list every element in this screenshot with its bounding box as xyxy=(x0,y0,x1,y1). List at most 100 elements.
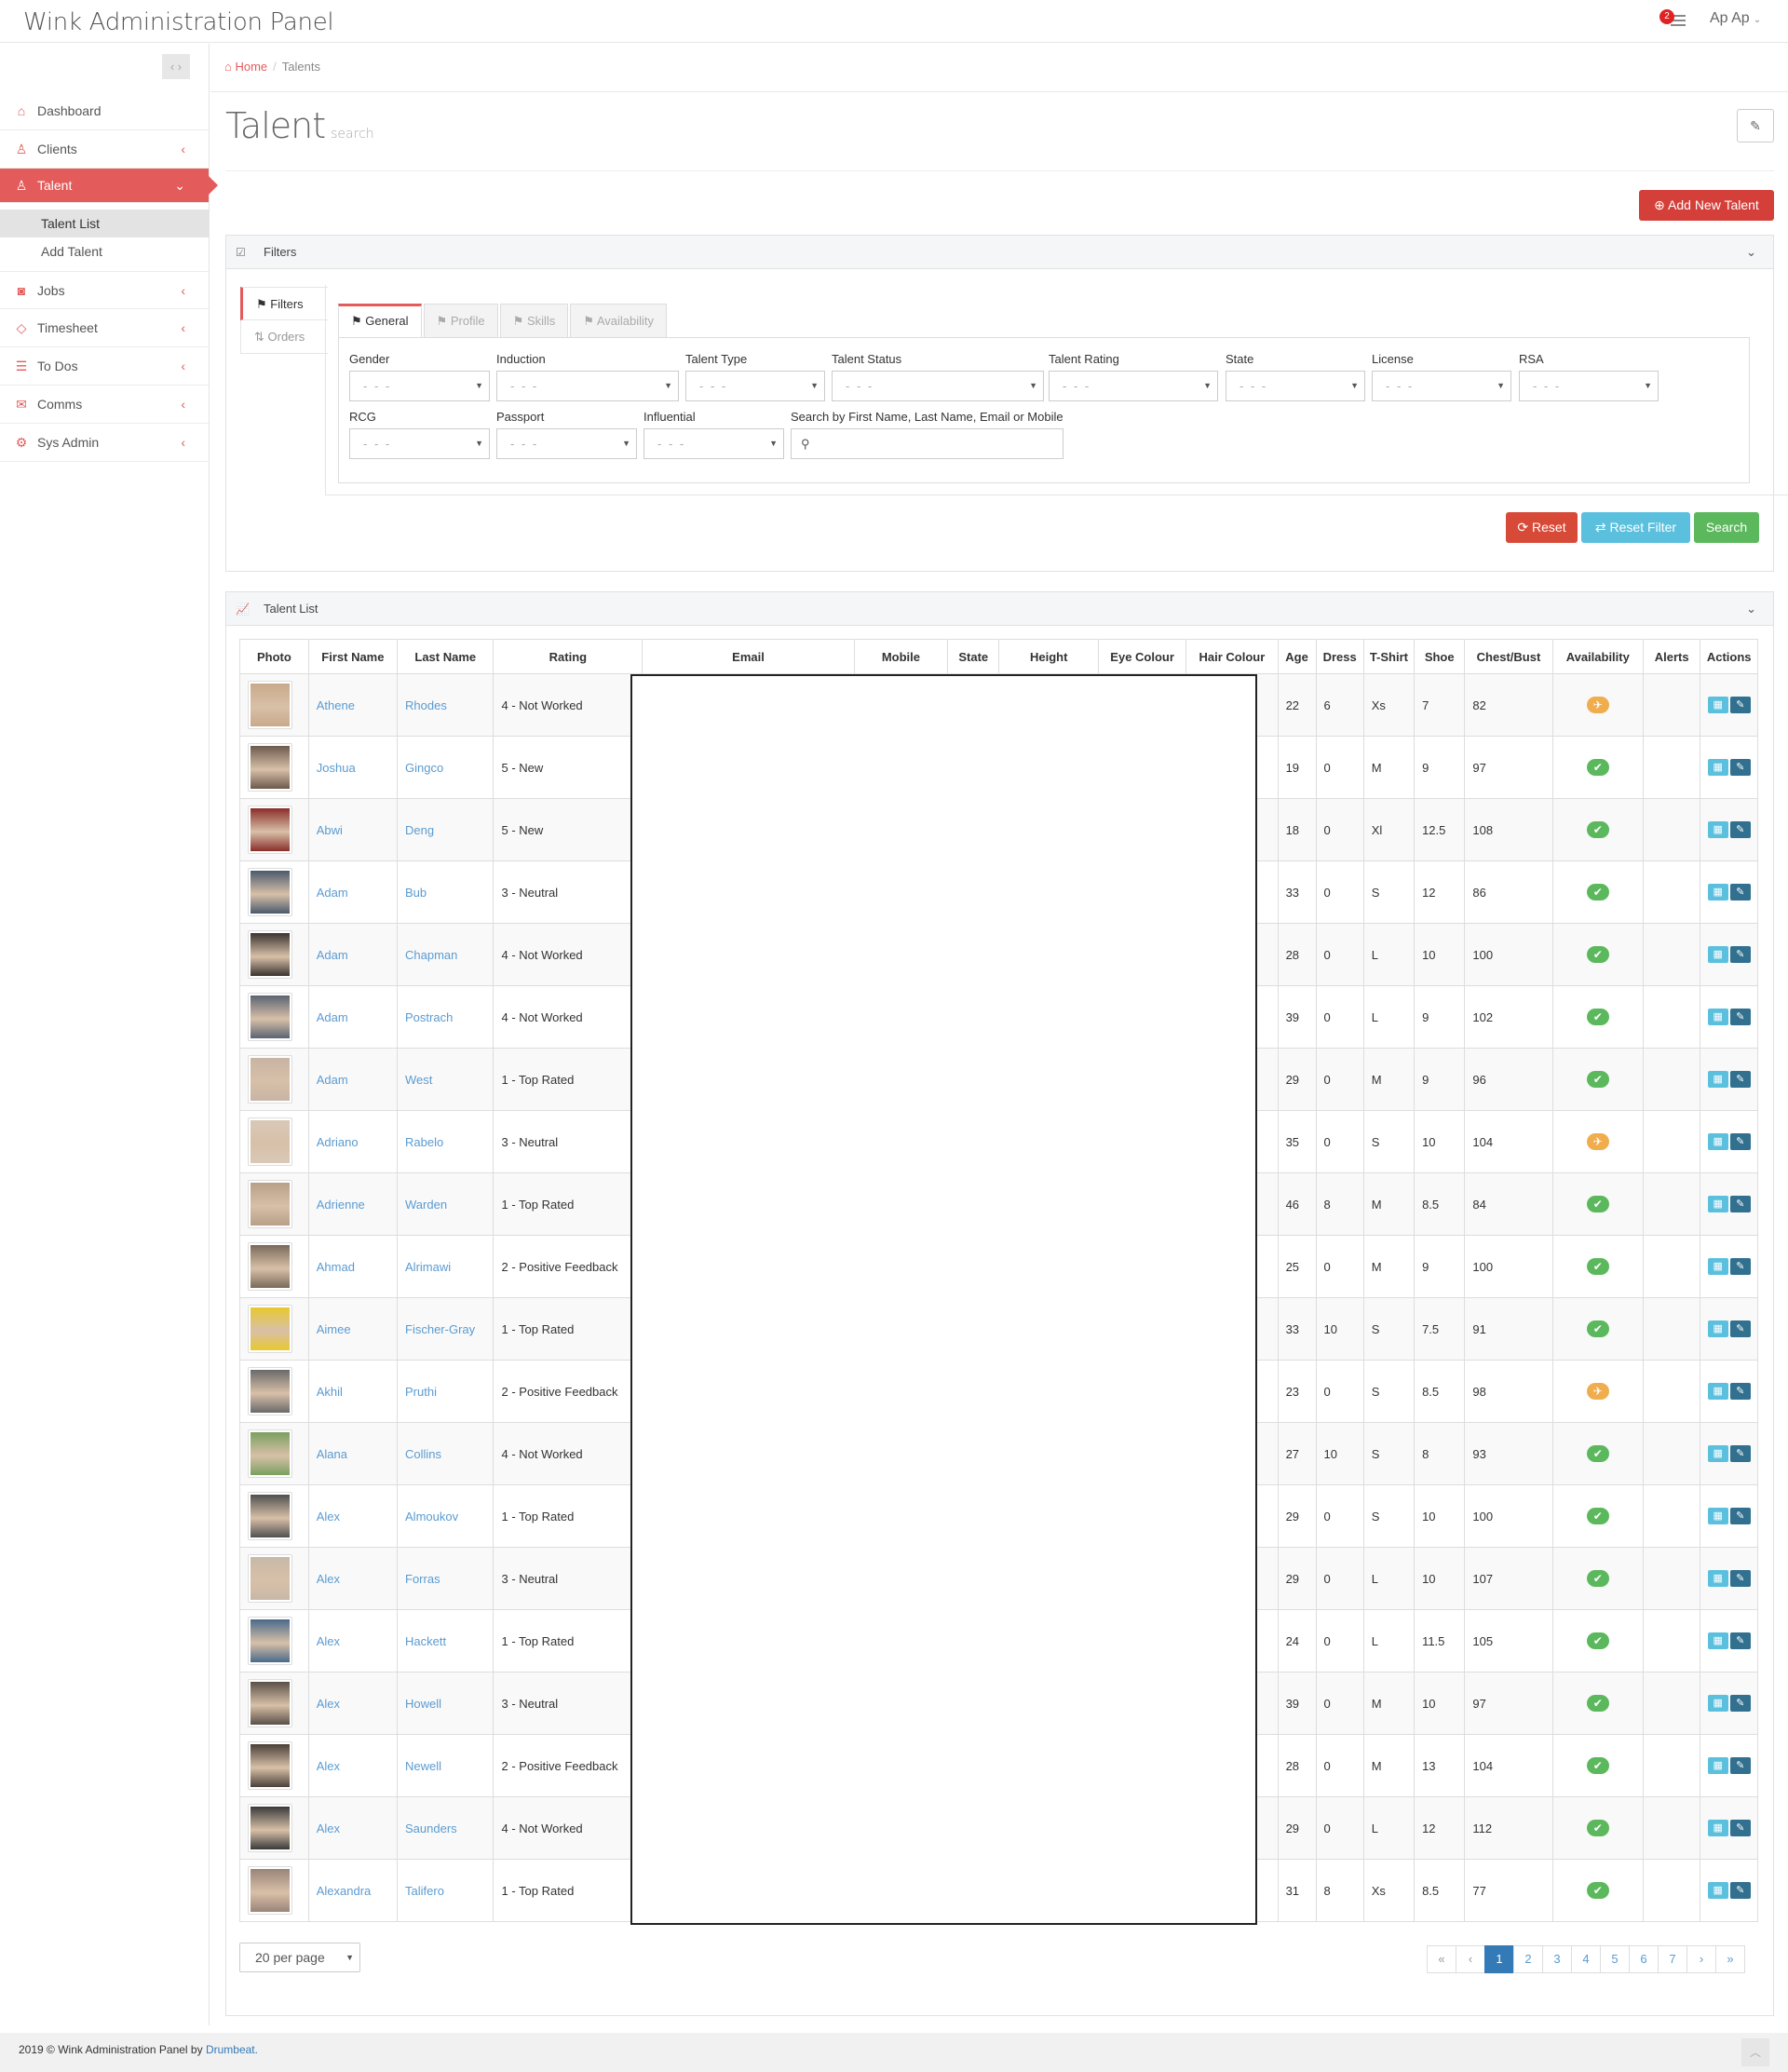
last-name-cell[interactable]: Pruthi xyxy=(397,1360,494,1423)
last-name-cell[interactable]: Postrach xyxy=(397,985,494,1049)
sidebar-item-talent[interactable]: ♙ Talent ⌄ xyxy=(0,169,218,203)
last-name-cell[interactable]: Saunders xyxy=(397,1796,494,1860)
first-name-cell[interactable]: Joshua xyxy=(307,736,399,799)
sidebar-item-clients[interactable]: ♙ Clients ‹ xyxy=(0,130,209,169)
column-header[interactable]: Height xyxy=(998,639,1099,674)
first-name-cell[interactable]: Adam xyxy=(307,1048,399,1111)
edit-icon[interactable]: ✎ xyxy=(1729,1508,1751,1524)
search-input[interactable]: ⚲ xyxy=(791,428,1063,459)
first-name-cell[interactable]: Alana xyxy=(307,1422,399,1485)
page-button[interactable]: 7 xyxy=(1658,1945,1687,1973)
last-name-cell[interactable]: Rabelo xyxy=(397,1110,494,1173)
first-name-cell[interactable]: Adam xyxy=(307,985,399,1049)
calendar-icon[interactable]: ▦ xyxy=(1707,1632,1728,1649)
first-name-cell[interactable]: Alex xyxy=(307,1734,399,1797)
calendar-icon[interactable]: ▦ xyxy=(1707,1320,1728,1337)
talent-status-select[interactable]: - - - ▼ xyxy=(832,371,1044,401)
edit-icon[interactable]: ✎ xyxy=(1729,1632,1751,1649)
sidebar-subitem-add-talent[interactable]: Add Talent xyxy=(0,237,209,265)
sidebar-item-comms[interactable]: ✉ Comms ‹ xyxy=(0,386,209,424)
avatar[interactable] xyxy=(248,1242,292,1291)
last-name-cell[interactable]: Deng xyxy=(397,798,494,861)
sidebar-item-jobs[interactable]: ◙ Jobs ‹ xyxy=(0,271,209,309)
edit-icon[interactable]: ✎ xyxy=(1729,759,1751,776)
avatar[interactable] xyxy=(248,930,292,979)
edit-icon[interactable]: ✎ xyxy=(1729,946,1751,963)
first-name-cell[interactable]: Adrienne xyxy=(307,1172,399,1236)
calendar-icon[interactable]: ▦ xyxy=(1707,1071,1728,1088)
talent-list-header[interactable]: 📈 Talent List ⌄ xyxy=(226,592,1773,626)
avatar[interactable] xyxy=(248,806,292,854)
avatar[interactable] xyxy=(248,1679,292,1727)
calendar-icon[interactable]: ▦ xyxy=(1707,697,1728,713)
tab-skills[interactable]: ⚑ Skills xyxy=(499,304,569,338)
first-name-cell[interactable]: Adam xyxy=(307,923,399,986)
last-name-cell[interactable]: Howell xyxy=(397,1672,494,1735)
column-header[interactable]: Email xyxy=(642,639,855,674)
last-name-cell[interactable]: Warden xyxy=(397,1172,494,1236)
first-name-cell[interactable]: Akhil xyxy=(307,1360,399,1423)
first-name-cell[interactable]: Adam xyxy=(307,860,399,924)
column-header[interactable]: T-Shirt xyxy=(1362,639,1416,674)
avatar[interactable] xyxy=(248,1492,292,1540)
last-name-cell[interactable]: Gingco xyxy=(397,736,494,799)
column-header[interactable]: Chest/Bust xyxy=(1464,639,1553,674)
edit-icon[interactable]: ✎ xyxy=(1729,1133,1751,1150)
avatar[interactable] xyxy=(248,1741,292,1790)
avatar[interactable] xyxy=(248,1429,292,1478)
first-name-cell[interactable]: Alex xyxy=(307,1672,399,1735)
last-name-cell[interactable]: Chapman xyxy=(397,923,494,986)
column-header[interactable]: Shoe xyxy=(1414,639,1466,674)
last-name-cell[interactable]: Forras xyxy=(397,1547,494,1610)
calendar-icon[interactable]: ▦ xyxy=(1707,759,1728,776)
first-name-cell[interactable]: Alex xyxy=(307,1609,399,1672)
calendar-icon[interactable]: ▦ xyxy=(1707,1133,1728,1150)
column-header[interactable]: Hair Colour xyxy=(1185,639,1279,674)
edit-icon[interactable]: ✎ xyxy=(1729,1071,1751,1088)
calendar-icon[interactable]: ▦ xyxy=(1707,1882,1728,1899)
calendar-icon[interactable]: ▦ xyxy=(1707,1383,1728,1400)
calendar-icon[interactable]: ▦ xyxy=(1707,1508,1728,1524)
last-name-cell[interactable]: West xyxy=(397,1048,494,1111)
side-tab-filters[interactable]: ⚑ Filters xyxy=(240,287,328,320)
column-header[interactable]: Availability xyxy=(1551,639,1644,674)
page-button[interactable]: 1 xyxy=(1484,1945,1514,1973)
last-name-cell[interactable]: Alrimawi xyxy=(397,1235,494,1298)
first-name-cell[interactable]: Alex xyxy=(307,1484,399,1548)
edit-icon[interactable]: ✎ xyxy=(1729,1820,1751,1836)
last-name-cell[interactable]: Bub xyxy=(397,860,494,924)
app-title[interactable]: Wink Administration Panel xyxy=(23,8,334,36)
column-header[interactable]: Last Name xyxy=(397,639,494,674)
avatar[interactable] xyxy=(248,1117,292,1166)
last-name-cell[interactable]: Almoukov xyxy=(397,1484,494,1548)
state-select[interactable]: - - - ▼ xyxy=(1226,371,1365,401)
calendar-icon[interactable]: ▦ xyxy=(1707,1757,1728,1774)
breadcrumb-home[interactable]: ⌂ Home xyxy=(224,60,267,74)
first-name-cell[interactable]: Alex xyxy=(307,1796,399,1860)
edit-page-button[interactable]: ✎ xyxy=(1737,109,1774,142)
first-name-cell[interactable]: Adriano xyxy=(307,1110,399,1173)
induction-select[interactable]: - - - ▼ xyxy=(496,371,679,401)
page-button[interactable]: ‹ xyxy=(1456,1945,1485,1973)
per-page-select[interactable]: 20 per page ▼ xyxy=(239,1943,360,1972)
edit-icon[interactable]: ✎ xyxy=(1729,1757,1751,1774)
column-header[interactable]: First Name xyxy=(307,639,399,674)
page-button[interactable]: « xyxy=(1427,1945,1456,1973)
page-button[interactable]: › xyxy=(1686,1945,1716,1973)
edit-icon[interactable]: ✎ xyxy=(1729,821,1751,838)
user-menu[interactable]: Ap Ap ⌄ xyxy=(1710,10,1761,27)
page-button[interactable]: 2 xyxy=(1513,1945,1543,1973)
last-name-cell[interactable]: Talifero xyxy=(397,1859,494,1922)
column-header[interactable]: Alerts xyxy=(1642,639,1701,674)
sidebar-item-dashboard[interactable]: ⌂ Dashboard xyxy=(0,92,209,130)
avatar[interactable] xyxy=(248,868,292,916)
filters-panel-header[interactable]: ☑ Filters ⌄ xyxy=(226,236,1773,269)
rcg-select[interactable]: - - - ▼ xyxy=(349,428,490,459)
column-header[interactable]: Age xyxy=(1277,639,1317,674)
edit-icon[interactable]: ✎ xyxy=(1729,1695,1751,1712)
last-name-cell[interactable]: Fischer-Gray xyxy=(397,1297,494,1361)
column-header[interactable]: Rating xyxy=(493,639,643,674)
chevron-down-icon[interactable]: ⌄ xyxy=(1746,592,1756,626)
page-button[interactable]: 4 xyxy=(1571,1945,1601,1973)
avatar[interactable] xyxy=(248,1554,292,1603)
